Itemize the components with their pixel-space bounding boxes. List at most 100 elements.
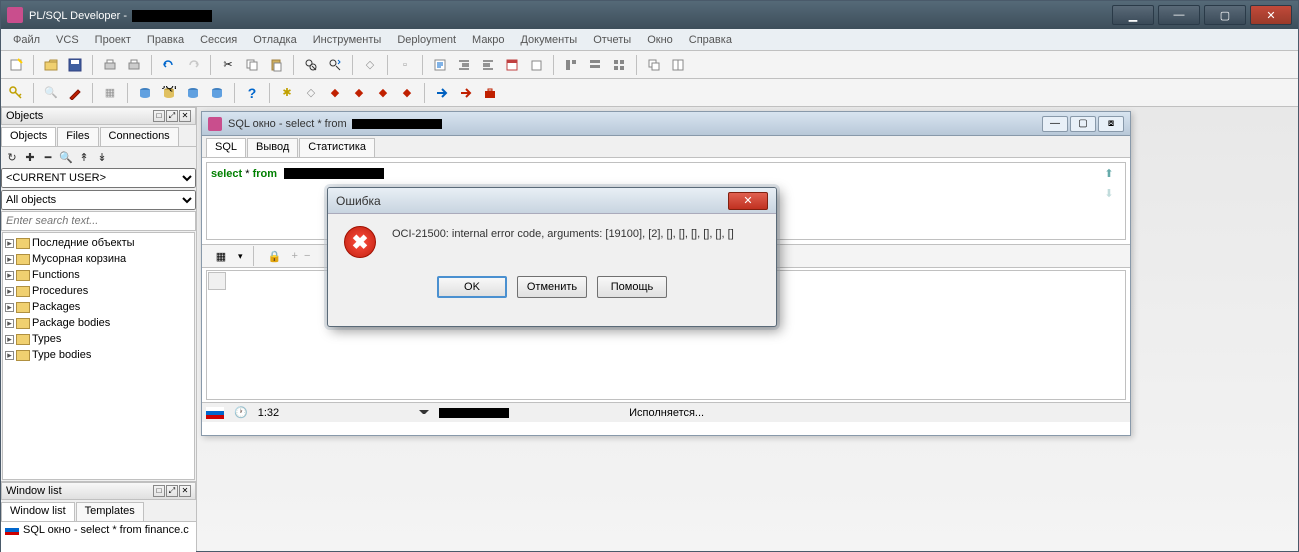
explain-icon[interactable] — [429, 54, 451, 76]
menu-help[interactable]: Справка — [681, 31, 740, 49]
arrow-right-blue-icon[interactable] — [431, 82, 453, 104]
outdent-icon[interactable] — [477, 54, 499, 76]
print-setup-icon[interactable] — [123, 54, 145, 76]
tab-statistics[interactable]: Статистика — [299, 138, 375, 157]
print-icon[interactable] — [99, 54, 121, 76]
find-icon[interactable] — [300, 54, 322, 76]
wl-pin-icon[interactable]: □ — [153, 485, 165, 497]
close-button[interactable]: ✕ — [1250, 5, 1292, 25]
paste-icon[interactable] — [265, 54, 287, 76]
nav-down-icon[interactable]: ⬇ — [1101, 187, 1117, 203]
key-icon[interactable] — [5, 82, 27, 104]
cube1-icon[interactable]: ◆ — [324, 82, 346, 104]
search-input[interactable] — [1, 211, 196, 231]
menu-deployment[interactable]: Deployment — [389, 31, 464, 49]
minimize2-button[interactable]: — — [1158, 5, 1200, 25]
grid-icon[interactable]: ▦ — [99, 82, 121, 104]
panel-pin-icon[interactable]: □ — [153, 110, 165, 122]
grid-tool-icon[interactable]: ▦ — [210, 245, 232, 267]
db4-icon[interactable] — [206, 82, 228, 104]
add-icon[interactable]: ✚ — [23, 150, 37, 164]
redo-icon[interactable] — [182, 54, 204, 76]
child-close-button[interactable]: ⧇ — [1098, 116, 1124, 132]
tab-files[interactable]: Files — [57, 127, 98, 146]
pen-icon[interactable] — [64, 82, 86, 104]
zoom-icon[interactable]: 🔍 — [40, 82, 62, 104]
tab-output[interactable]: Вывод — [247, 138, 298, 157]
menu-file[interactable]: Файл — [5, 31, 48, 49]
open-icon[interactable] — [40, 54, 62, 76]
copy-icon[interactable] — [241, 54, 263, 76]
menu-edit[interactable]: Правка — [139, 31, 192, 49]
help-button[interactable]: Помощь — [597, 276, 667, 298]
tab-connections[interactable]: Connections — [100, 127, 179, 146]
tool-b-icon[interactable]: ▫ — [394, 54, 416, 76]
up-icon[interactable]: ↟ — [77, 150, 91, 164]
tool-a-icon[interactable]: ◇ — [359, 54, 381, 76]
panel-close-icon[interactable]: ✕ — [179, 110, 191, 122]
menu-vcs[interactable]: VCS — [48, 31, 87, 49]
minimize-button[interactable]: ▁ — [1112, 5, 1154, 25]
cube4-icon[interactable]: ◆ — [396, 82, 418, 104]
cube3-icon[interactable]: ◆ — [372, 82, 394, 104]
help-icon[interactable]: ? — [241, 82, 263, 104]
tool-e-icon[interactable] — [608, 54, 630, 76]
down-icon[interactable]: ↡ — [95, 150, 109, 164]
cut-icon[interactable]: ✂ — [217, 54, 239, 76]
tab-objects[interactable]: Objects — [1, 127, 56, 146]
window-list-item[interactable]: SQL окно - select * from finance.c — [5, 524, 192, 536]
menu-debug[interactable]: Отладка — [245, 31, 304, 49]
tool-d-icon[interactable] — [584, 54, 606, 76]
tile-icon[interactable] — [667, 54, 689, 76]
row-header[interactable] — [208, 272, 226, 290]
wl-pin2-icon[interactable]: ⤢ — [166, 485, 178, 497]
dialog-titlebar[interactable]: Ошибка ✕ — [328, 188, 776, 214]
window-icon[interactable] — [501, 54, 523, 76]
arrow-right-red-icon[interactable] — [455, 82, 477, 104]
star1-icon[interactable]: ✱ — [276, 82, 298, 104]
tab-sql[interactable]: SQL — [206, 138, 246, 157]
menu-macro[interactable]: Макро — [464, 31, 512, 49]
menu-project[interactable]: Проект — [87, 31, 139, 49]
wl-close-icon[interactable]: ✕ — [179, 485, 191, 497]
save-icon[interactable] — [64, 54, 86, 76]
child-maximize-button[interactable]: ▢ — [1070, 116, 1096, 132]
db2-icon[interactable]: SQL — [158, 82, 180, 104]
star2-icon[interactable]: ◇ — [300, 82, 322, 104]
menu-window[interactable]: Окно — [639, 31, 681, 49]
tab-window-list[interactable]: Window list — [1, 502, 75, 521]
maximize-button[interactable]: ▢ — [1204, 5, 1246, 25]
db1-icon[interactable] — [134, 82, 156, 104]
sql-window-titlebar[interactable]: SQL окно - select * from — ▢ ⧇ — [202, 112, 1130, 136]
object-tree[interactable]: ▸Последние объекты ▸Мусорная корзина ▸Fu… — [2, 232, 195, 480]
lock-icon[interactable]: 🔒 — [264, 245, 286, 267]
indent-icon[interactable] — [453, 54, 475, 76]
dialog-close-button[interactable]: ✕ — [728, 192, 768, 210]
briefcase-icon[interactable] — [479, 82, 501, 104]
menu-reports[interactable]: Отчеты — [585, 31, 639, 49]
filter-dropdown[interactable]: All objects — [1, 190, 196, 210]
panel-pin2-icon[interactable]: ⤢ — [166, 110, 178, 122]
status-dropdown-icon[interactable] — [419, 410, 429, 420]
nav-up-icon[interactable]: ⬆ — [1101, 167, 1117, 183]
menu-session[interactable]: Сессия — [192, 31, 245, 49]
db3-icon[interactable] — [182, 82, 204, 104]
cube2-icon[interactable]: ◆ — [348, 82, 370, 104]
tab-templates[interactable]: Templates — [76, 502, 144, 521]
replace-icon[interactable] — [324, 54, 346, 76]
new-icon[interactable] — [5, 54, 27, 76]
menu-documents[interactable]: Документы — [512, 31, 585, 49]
child-minimize-button[interactable]: — — [1042, 116, 1068, 132]
cascade-icon[interactable] — [643, 54, 665, 76]
find2-icon[interactable]: 🔍 — [59, 150, 73, 164]
app-icon — [7, 7, 23, 23]
refresh-icon[interactable]: ↻ — [5, 150, 19, 164]
ok-button[interactable]: OK — [437, 276, 507, 298]
tool-c-icon[interactable] — [560, 54, 582, 76]
cancel-button[interactable]: Отменить — [517, 276, 587, 298]
menu-tools[interactable]: Инструменты — [305, 31, 390, 49]
user-dropdown[interactable]: <CURRENT USER> — [1, 168, 196, 188]
window2-icon[interactable] — [525, 54, 547, 76]
remove-icon[interactable]: ━ — [41, 150, 55, 164]
undo-icon[interactable] — [158, 54, 180, 76]
